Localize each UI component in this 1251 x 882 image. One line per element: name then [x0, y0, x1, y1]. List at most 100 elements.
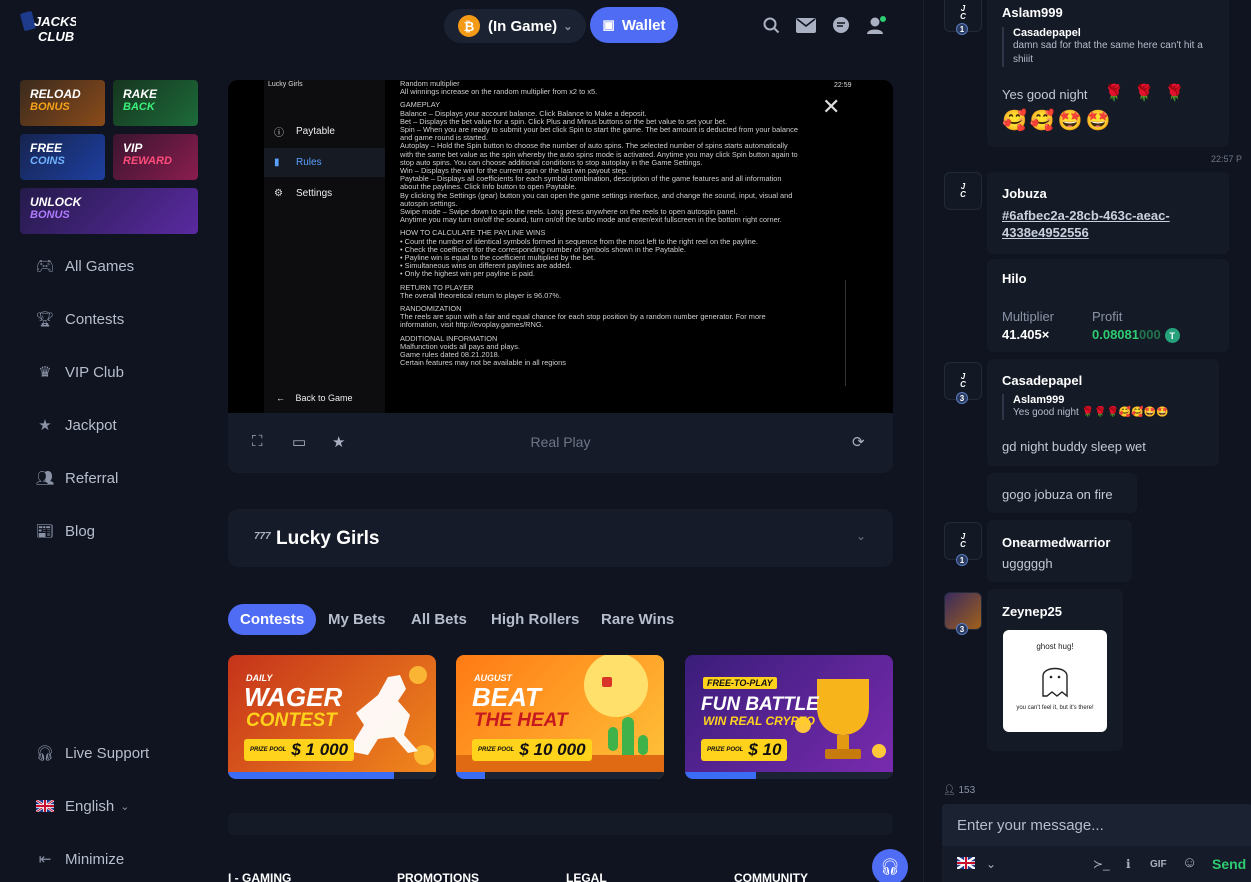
contest-card-wager[interactable]: DAILY WAGER CONTEST PRIZE POOL $ 1 000 [228, 655, 436, 779]
gif-button[interactable]: GIF [1150, 859, 1167, 870]
live-support-link[interactable]: 🎧︎ Live Support [35, 741, 150, 765]
rake-back-promo[interactable]: RAKE BACK [113, 80, 198, 126]
nav-label: All Games [65, 257, 135, 275]
prize-label: PRIZE POOL [250, 747, 287, 753]
nav-blog[interactable]: 📰︎ Blog [35, 519, 95, 543]
nav-referral[interactable]: 👥︎ Referral [35, 466, 119, 490]
nav-all-games[interactable]: 🎮︎ All Games [35, 254, 135, 278]
gamepad-icon: 🎮︎ [35, 258, 55, 275]
svg-text:JACKS: JACKS [34, 14, 76, 29]
commands-icon[interactable]: ≻_ [1093, 857, 1110, 871]
card-title: WAGER [244, 682, 343, 712]
chat-username[interactable]: Casadepapel [1002, 373, 1082, 388]
chat-username[interactable]: Zeynep25 [1002, 604, 1062, 619]
rules-line: Anytime you may turn on/off the sound, t… [400, 215, 782, 225]
chevron-down-icon[interactable]: ⌄ [856, 529, 866, 543]
chat-message-input[interactable]: Enter your message... [942, 804, 1251, 846]
user-icon: 👤︎ [943, 785, 956, 796]
tab-rare-wins[interactable]: Rare Wins [601, 604, 674, 635]
chevron-down-icon[interactable]: ⌄ [986, 857, 996, 871]
chat-username[interactable]: Jobuza [1002, 186, 1047, 201]
avatar[interactable]: JC [944, 172, 982, 210]
nav-label: Referral [65, 469, 119, 487]
prize-amount: $ 10 [748, 740, 782, 759]
promo-line2: REWARD [123, 155, 172, 167]
contest-progress-bar [456, 772, 664, 779]
rules-menu-item[interactable]: ▮ Rules [264, 148, 385, 177]
contest-progress-fill [456, 772, 486, 779]
chat-message-text: Yes good night [1002, 87, 1088, 102]
newspaper-icon: 📰︎ [35, 523, 55, 540]
info-icon: ⓘ [274, 128, 284, 139]
send-button[interactable]: Send [1212, 856, 1246, 872]
quote-username: Aslam999 [1013, 394, 1065, 406]
tab-my-bets[interactable]: My Bets [328, 604, 386, 635]
sidebar: JACKS CLUB RELOAD BONUS RAKE BACK FREE C… [0, 0, 214, 882]
nav-contests[interactable]: 🏆︎ Contests [35, 307, 125, 331]
info-icon[interactable]: ℹ [1126, 857, 1131, 871]
nav-label: Jackpot [65, 416, 117, 434]
game-title-panel[interactable]: 777 Lucky Girls ⌄ [228, 509, 893, 567]
crown-icon: ♛ [38, 364, 52, 381]
quoted-message: Casadepapel damn sad for that the same h… [1002, 27, 1212, 67]
chat-message-text: gogo jobuza on fire [1002, 487, 1113, 502]
contest-progress-fill [228, 772, 395, 779]
chat-message-text: ugggggh [1002, 556, 1053, 571]
nav-label: Contests [65, 310, 125, 328]
mail-icon[interactable] [795, 14, 817, 36]
prize-pool-badge: PRIZE POOL $ 10 [701, 739, 788, 761]
emoji-icon[interactable]: ☺ [1182, 854, 1197, 871]
card-title: BEAT [472, 682, 541, 712]
users-icon: 👥︎ [35, 470, 55, 487]
quote-username: Casadepapel [1013, 27, 1081, 39]
game-frame[interactable]: Lucky Girls ⓘ Paytable ▮ Rules ⚙ Setting… [228, 80, 893, 413]
bet-hash-link[interactable]: #6afbec2a-28cb-463c-aeac-4338e4952556 [1002, 207, 1212, 241]
close-icon[interactable]: ✕ [822, 94, 840, 120]
tab-all-bets[interactable]: All Bets [411, 604, 467, 635]
chat-icon[interactable] [830, 14, 852, 36]
nav-label: VIP Club [65, 363, 124, 381]
chat-username[interactable]: Onearmedwarrior [1002, 535, 1110, 550]
back-to-game-button[interactable]: ← Back to Game [276, 393, 353, 403]
jacks-club-logo[interactable]: JACKS CLUB [20, 8, 78, 48]
menu-label: Rules [296, 157, 322, 168]
nav-label: Live Support [65, 744, 150, 762]
wallet-button[interactable]: ▣ Wallet [590, 7, 678, 43]
profile-icon[interactable] [865, 14, 887, 36]
prize-amount: $ 1 000 [291, 740, 349, 759]
refresh-icon[interactable]: ⟳ [852, 433, 865, 451]
nav-jackpot[interactable]: ★ Jackpot [36, 413, 117, 437]
free-coins-promo[interactable]: FREE COINS [20, 134, 105, 180]
quoted-message: Aslam999 Yes good night 🌹🌹🌹🥰🥰🤩🤩 [1002, 394, 1212, 420]
unlock-bonus-promo[interactable]: UNLOCK BONUS [20, 188, 198, 234]
contest-card-fun-battle[interactable]: FREE-TO-PLAY FUN BATTLE WIN REAL CRYPTO … [685, 655, 893, 779]
arrow-left-icon: ← [276, 393, 285, 403]
play-mode-label[interactable]: Real Play [228, 434, 893, 450]
settings-menu-item[interactable]: ⚙ Settings [264, 179, 385, 208]
paytable-menu-item[interactable]: ⓘ Paytable [264, 117, 385, 146]
reload-bonus-promo[interactable]: RELOAD BONUS [20, 80, 105, 126]
balance-selector[interactable]: ₿ (In Game) ⌄ [444, 9, 586, 43]
tab-contests[interactable]: Contests [228, 604, 317, 635]
minimize-button[interactable]: ⇤ Minimize [36, 847, 124, 871]
promo-line1: RELOAD [30, 87, 81, 101]
search-icon[interactable] [760, 14, 782, 36]
tab-high-rollers[interactable]: High Rollers [491, 604, 579, 635]
headset-icon: 🎧︎ [879, 859, 901, 876]
chat-username[interactable]: Aslam999 [1002, 5, 1063, 20]
footer-divider [228, 813, 893, 835]
footer-heading-legal: LEGAL [566, 871, 607, 882]
svg-text:CLUB: CLUB [38, 29, 74, 44]
rules-scrollbar[interactable] [845, 280, 846, 386]
contest-card-beat-the-heat[interactable]: AUGUST BEAT THE HEAT PRIZE POOL $ 10 000 [456, 655, 664, 779]
promo-line2: BONUS [30, 101, 70, 113]
promo-line1: RAKE [123, 87, 158, 101]
vip-reward-promo[interactable]: VIP REWARD [113, 134, 198, 180]
nav-vip-club[interactable]: ♛ VIP Club [36, 360, 124, 384]
game-title: Lucky Girls [276, 528, 380, 549]
balance-label: (In Game) [488, 17, 558, 35]
language-selector[interactable]: English ⌄ [36, 794, 129, 818]
support-chat-button[interactable]: 🎧︎ [872, 849, 908, 882]
collapse-icon: ⇤ [38, 851, 52, 868]
uk-flag-icon[interactable] [956, 856, 976, 872]
